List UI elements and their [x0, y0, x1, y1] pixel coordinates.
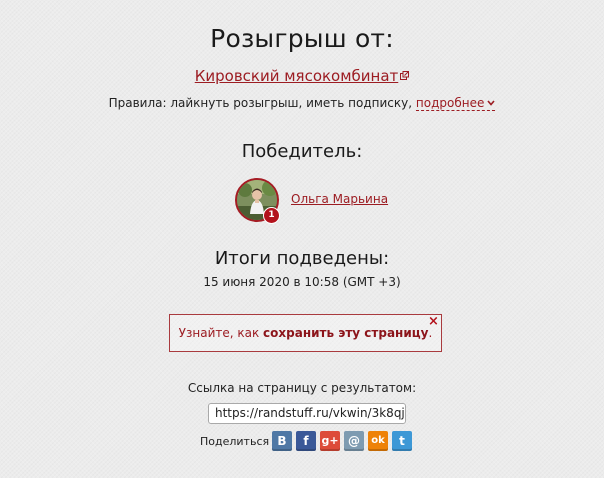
organizer-link[interactable]: Кировский мясокомбинат	[195, 67, 399, 85]
vk-share-button[interactable]: B	[272, 431, 292, 451]
result-url-field[interactable]: https://randstuff.ru/vkwin/3k8qjv/	[208, 403, 406, 424]
share-label: Поделиться	[200, 435, 270, 448]
giveaway-result-page: Розыгрыш от: Кировский мясокомбинат Прав…	[0, 0, 604, 478]
twitter-share-button[interactable]: t	[392, 431, 412, 451]
save-page-link[interactable]: сохранить эту страницу	[263, 326, 428, 340]
more-details-link[interactable]: подробнее	[415, 96, 496, 111]
notice-prefix: Узнайте, как	[178, 326, 264, 340]
close-icon[interactable]: ×	[428, 315, 439, 328]
odnoklassniki-share-button[interactable]: ok	[368, 431, 388, 451]
winner-heading: Победитель:	[241, 141, 363, 162]
winner-name-link[interactable]: Ольга Марьина	[291, 192, 388, 206]
results-heading: Итоги подведены:	[214, 248, 390, 269]
more-details-label[interactable]: подробнее	[416, 96, 484, 110]
external-link-icon[interactable]	[400, 71, 410, 80]
email-share-button[interactable]: @	[344, 431, 364, 451]
rules-text: Правила: лайкнуть розыгрыш, иметь подпис…	[108, 96, 413, 110]
save-page-notice: Узнайте, как сохранить эту страницу. ×	[169, 314, 442, 352]
google-plus-share-button[interactable]: g+	[320, 431, 340, 451]
rules-line: Правила: лайкнуть розыгрыш, иметь подпис…	[0, 96, 604, 111]
results-date: 15 июня 2020 в 10:58 (GMT +3)	[203, 275, 401, 289]
winner-rank-badge: 1	[263, 207, 280, 224]
page-title: Розыгрыш от:	[210, 24, 394, 53]
chevron-down-icon[interactable]	[487, 100, 495, 106]
facebook-share-button[interactable]: f	[296, 431, 316, 451]
organizer-line: Кировский мясокомбинат	[0, 67, 604, 85]
result-link-label: Ссылка на страницу с результатом:	[187, 381, 417, 395]
